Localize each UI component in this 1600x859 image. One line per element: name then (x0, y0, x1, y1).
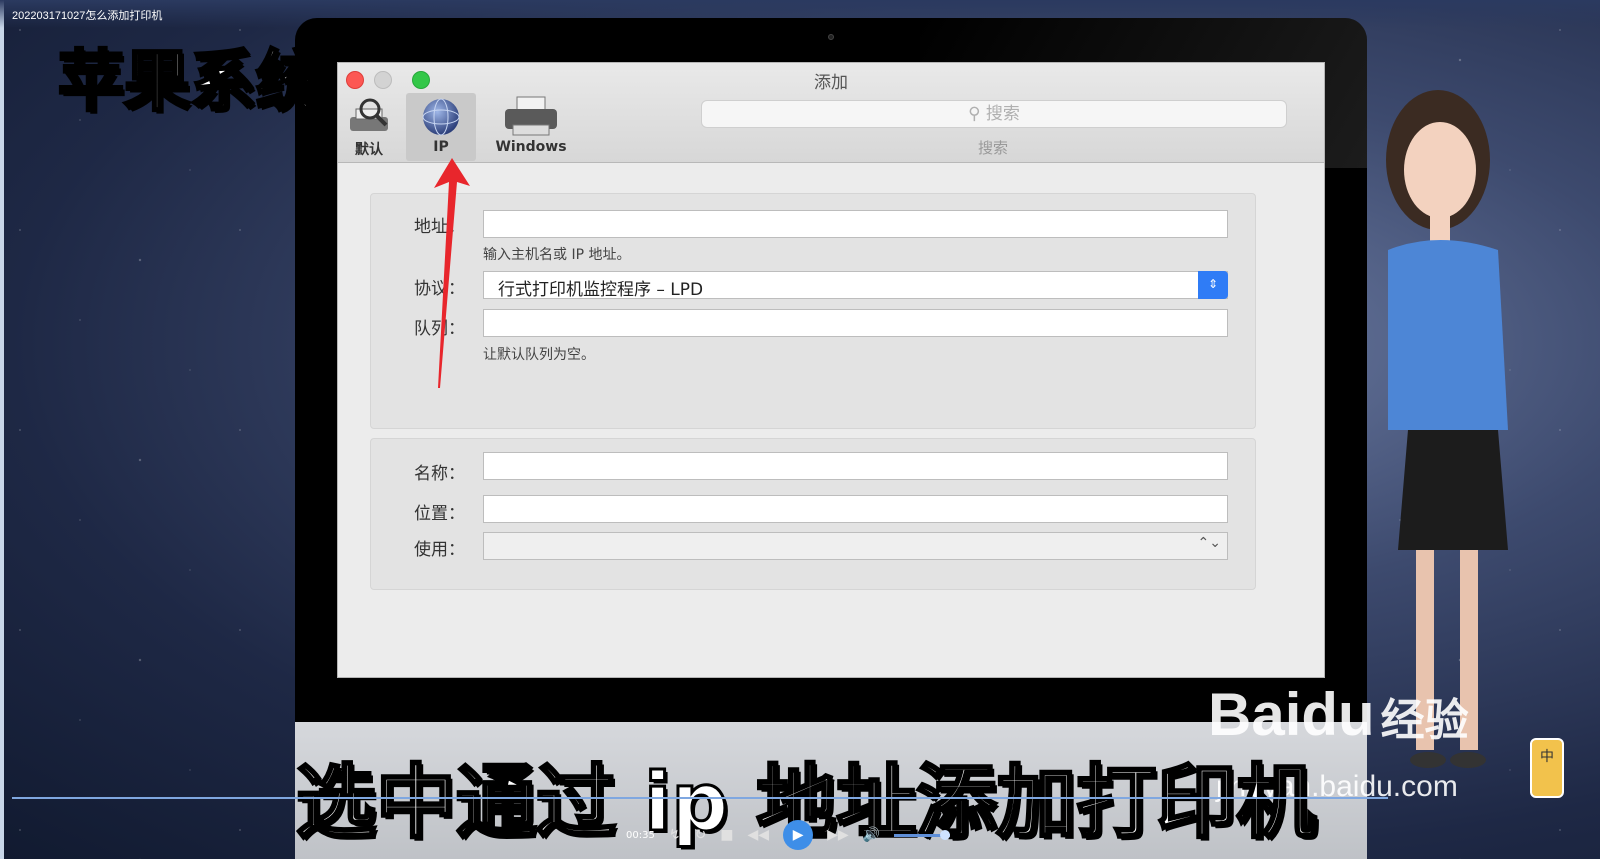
window-edge (0, 0, 4, 859)
stepper-icon[interactable]: ⇕ (1198, 271, 1228, 299)
printer-info-group: 名称： 位置： 使用： ⌃⌄ (370, 438, 1256, 590)
annotation-arrow-icon (434, 158, 470, 388)
name-field[interactable] (483, 452, 1228, 480)
windows-printer-icon (505, 96, 557, 136)
fast-forward-icon[interactable]: ▶▶ (827, 827, 849, 843)
add-printer-window: 添加 默认 IP Windows ⚲ 搜索 搜索 地址： 输入主机名或 IP 地… (337, 62, 1325, 678)
chevron-updown-icon: ⌃⌄ (1197, 535, 1221, 551)
default-printer-icon (350, 98, 388, 131)
tab-default[interactable]: 默认 (344, 93, 394, 161)
rewind-icon[interactable]: ◀◀ (748, 827, 770, 843)
stop-icon[interactable]: ■ (720, 827, 733, 843)
overlay-title: 苹果系统 (57, 42, 324, 122)
tab-default-label: 默认 (355, 142, 383, 158)
protocol-select[interactable]: 行式打印机监控程序 – LPD ⇕ (483, 271, 1228, 300)
search-caption: 搜索 (978, 139, 1009, 157)
protocol-value: 行式打印机监控程序 – LPD (498, 280, 704, 300)
tab-windows-label: Windows (495, 139, 567, 155)
play-icon[interactable]: ▶ (783, 820, 814, 850)
queue-field[interactable] (483, 309, 1228, 337)
camera-icon (828, 34, 834, 40)
name-label: 名称： (414, 464, 465, 484)
search-icon: ⚲ (968, 104, 981, 124)
location-field[interactable] (483, 495, 1228, 523)
queue-hint: 让默认队列为空。 (483, 347, 595, 363)
watermark-text: 经验 (1380, 695, 1469, 746)
video-progress-bar[interactable] (12, 797, 1388, 799)
volume-icon[interactable]: 🔊 (863, 827, 880, 843)
window-toolbar: 添加 默认 IP Windows ⚲ 搜索 搜索 (338, 63, 1324, 163)
globe-icon (422, 98, 460, 136)
speed-icon[interactable]: ↯ (669, 827, 681, 843)
connection-group: 地址： 输入主机名或 IP 地址。 协议： 行式打印机监控程序 – LPD ⇕ … (370, 193, 1256, 429)
location-label: 位置： (414, 504, 465, 524)
volume-slider[interactable] (894, 829, 951, 840)
playback-time: 00:35 (626, 829, 655, 841)
tab-ip-label: IP (433, 139, 449, 155)
use-label: 使用： (414, 540, 465, 560)
tab-ip[interactable]: IP (406, 93, 476, 161)
window-title: 添加 (814, 73, 848, 93)
address-field[interactable] (483, 210, 1228, 238)
use-select[interactable]: ⌃⌄ (483, 532, 1228, 560)
volume-knob[interactable] (940, 829, 951, 840)
repeat-icon[interactable]: ↻ (695, 827, 707, 843)
video-controls: 00:35 ↯ ↻ ■ ◀◀ ▶ ▶▶ 🔊 (626, 820, 951, 850)
tab-windows[interactable]: Windows (483, 93, 579, 161)
search-placeholder: 搜索 (985, 104, 1020, 124)
address-hint: 输入主机名或 IP 地址。 (483, 247, 631, 263)
ime-indicator[interactable]: 中 (1530, 738, 1564, 798)
search-field[interactable]: ⚲ 搜索 (701, 100, 1287, 128)
